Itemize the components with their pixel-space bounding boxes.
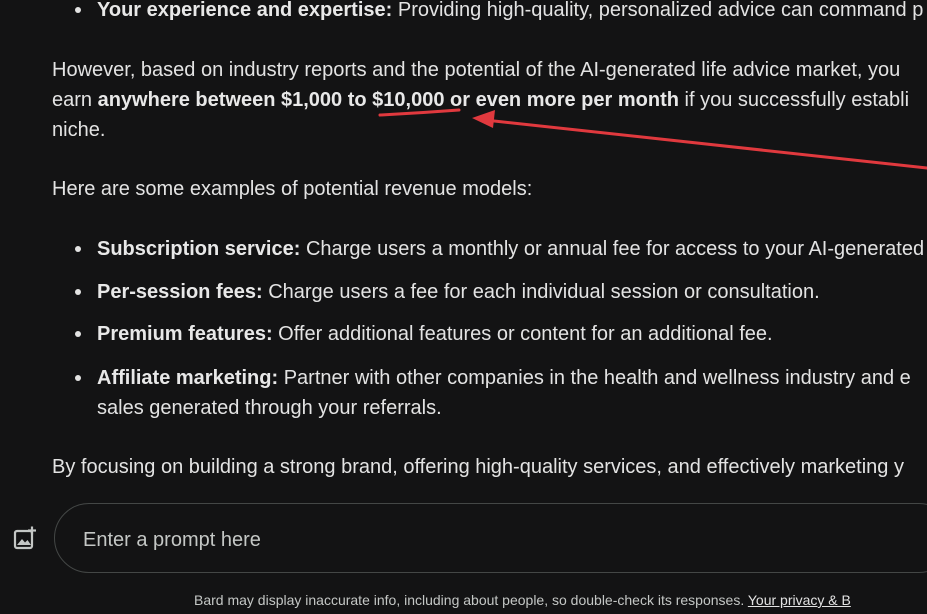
list-item: Per-session fees: Charge users a fee for… <box>97 277 820 307</box>
bullet-label: Affiliate marketing: <box>97 367 279 389</box>
paragraph-line: niche. <box>52 119 106 141</box>
bullet-label: Per-session fees: <box>97 281 263 303</box>
bard-chat-page: Your experience and expertise: Providing… <box>0 0 927 614</box>
prompt-box[interactable] <box>54 503 927 573</box>
paragraph-line: Here are some examples of potential reve… <box>52 178 533 200</box>
bullet-dot <box>75 331 81 337</box>
bullet-text: Charge users a fee for each individual s… <box>262 281 820 303</box>
add-image-button[interactable] <box>9 522 41 554</box>
text-segment: earn <box>52 89 98 111</box>
text-segment: if you successfully establi <box>678 89 910 111</box>
bullet-text: Offer additional features or content for… <box>272 323 773 345</box>
response-content: Your experience and expertise: Providing… <box>0 0 927 482</box>
add-image-icon <box>13 526 36 550</box>
list-item: Affiliate marketing: Partner with other … <box>97 363 911 393</box>
list-item-continuation: sales generated through your referrals. <box>97 397 442 419</box>
bullet-dot <box>75 375 81 381</box>
bullet-text: Charge users a monthly or annual fee for… <box>300 238 925 260</box>
bullet-label: Subscription service: <box>97 238 301 260</box>
paragraph-line: However, based on industry reports and t… <box>52 59 901 81</box>
bold-segment: or even more per month <box>444 89 679 111</box>
paragraph-line: earn anywhere between $1,000 to $10,000 … <box>52 85 909 115</box>
disclaimer-text: Bard may display inaccurate info, includ… <box>194 592 748 608</box>
paragraph-line: By focusing on building a strong brand, … <box>52 456 904 478</box>
bullet-text: Partner with other companies in the heal… <box>278 367 911 389</box>
list-item: Subscription service: Charge users a mon… <box>97 234 924 264</box>
prompt-input[interactable] <box>81 524 885 556</box>
privacy-link[interactable]: Your privacy & B <box>748 592 851 608</box>
bullet-label: Your experience and expertise: <box>97 0 393 21</box>
bold-segment: anywhere between $1,000 to <box>97 89 373 111</box>
bullet-label: Premium features: <box>97 323 273 345</box>
list-item: Premium features: Offer additional featu… <box>97 319 773 349</box>
list-item: Your experience and expertise: Providing… <box>97 0 923 25</box>
bullet-dot <box>75 289 81 295</box>
disclaimer: Bard may display inaccurate info, includ… <box>194 591 851 609</box>
bullet-dot <box>75 7 81 13</box>
bullet-text: Providing high-quality, personalized adv… <box>392 0 924 21</box>
bullet-dot <box>75 246 81 252</box>
highlighted-amount: $10,000 <box>372 89 445 111</box>
